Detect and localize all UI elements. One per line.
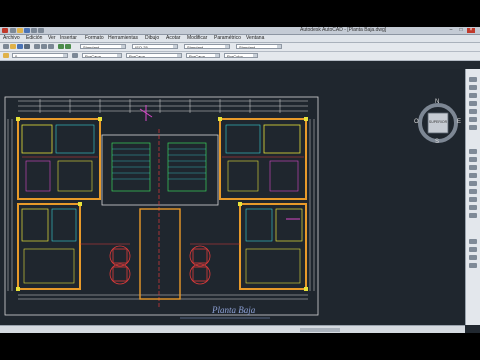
rotate-tool-icon[interactable] xyxy=(469,165,477,170)
copy-tool-icon[interactable] xyxy=(469,157,477,162)
right-unit-upper xyxy=(219,118,307,200)
fillet-tool-icon[interactable] xyxy=(469,205,477,210)
menu-insertar[interactable]: Insertar xyxy=(60,35,77,42)
central-core xyxy=(101,129,219,309)
arc-tool-icon[interactable] xyxy=(469,101,477,106)
viewcube-north[interactable]: N xyxy=(435,99,439,105)
letterbox-top xyxy=(0,0,480,27)
close-button[interactable]: × xyxy=(467,28,475,33)
copy-icon[interactable] xyxy=(41,44,47,49)
polyline-tool-icon[interactable] xyxy=(469,85,477,90)
color-select[interactable]: PorCapa xyxy=(82,53,122,58)
open-icon[interactable] xyxy=(17,28,23,33)
pan-icon[interactable] xyxy=(58,44,64,49)
menu-ventana[interactable]: Ventana xyxy=(246,35,264,42)
menu-herramientas[interactable]: Herramientas xyxy=(108,35,138,42)
open-icon[interactable] xyxy=(10,44,16,49)
toolbar-properties: 0 PorCapa PorCapa PorCapa PorColor xyxy=(0,52,480,61)
title-bar: Autodesk AutoCAD - [Planta Baja.dwg] – □… xyxy=(0,27,480,35)
viewcube-west[interactable]: O xyxy=(414,119,419,125)
right-toolbar xyxy=(465,69,480,325)
hatch-tool-icon[interactable] xyxy=(469,117,477,122)
extend-tool-icon[interactable] xyxy=(469,197,477,202)
trim-tool-icon[interactable] xyxy=(469,189,477,194)
viewcube-south[interactable]: S xyxy=(435,139,439,145)
dim-style-select[interactable]: ISO-25 xyxy=(132,44,178,49)
maximize-button[interactable]: □ xyxy=(457,28,465,33)
viewcube-face: SUPERIOR xyxy=(428,120,448,124)
table-style-select[interactable]: Standard xyxy=(184,44,230,49)
layer-select[interactable]: 0 xyxy=(12,53,68,58)
menu-edicion[interactable]: Edición xyxy=(26,35,42,42)
array-tool-icon[interactable] xyxy=(469,263,477,268)
scrollbar-thumb[interactable] xyxy=(300,328,340,332)
cut-icon[interactable] xyxy=(34,44,40,49)
save-icon[interactable] xyxy=(17,44,23,49)
menu-dibujo[interactable]: Dibujo xyxy=(145,35,159,42)
layer-previous-icon[interactable] xyxy=(72,53,78,58)
window-title: Autodesk AutoCAD - [Planta Baja.dwg] xyxy=(300,27,387,33)
menu-acotar[interactable]: Acotar xyxy=(166,35,180,42)
move-tool-icon[interactable] xyxy=(469,149,477,154)
paste-icon[interactable] xyxy=(48,44,54,49)
undo-icon[interactable] xyxy=(31,28,37,33)
viewcube[interactable]: SUPERIOR N S E O xyxy=(414,99,462,147)
print-icon[interactable] xyxy=(24,44,30,49)
autocad-window: Autodesk AutoCAD - [Planta Baja.dwg] – □… xyxy=(0,27,480,333)
menu-formato[interactable]: Formato xyxy=(85,35,104,42)
viewcube-east[interactable]: E xyxy=(457,119,461,125)
drawing-canvas[interactable]: Planta Baja SUPERIOR N S E O xyxy=(0,69,465,325)
dining-tables xyxy=(109,245,211,285)
left-unit-upper xyxy=(17,118,101,200)
new-icon[interactable] xyxy=(3,44,9,49)
redo-icon[interactable] xyxy=(38,28,44,33)
mirror-tool-icon[interactable] xyxy=(469,173,477,178)
menu-parametrico[interactable]: Paramétrico xyxy=(214,35,241,42)
zoom-icon[interactable] xyxy=(65,44,71,49)
layer-manager-icon[interactable] xyxy=(3,53,9,58)
lineweight-select[interactable]: PorCapa xyxy=(186,53,220,58)
letterbox-bottom xyxy=(0,333,480,360)
mleader-style-select[interactable]: Standard xyxy=(236,44,282,49)
linetype-select[interactable]: PorCapa xyxy=(126,53,182,58)
toolbar-standard: Standard ISO-25 Standard Standard xyxy=(0,43,480,52)
stretch-tool-icon[interactable] xyxy=(469,255,477,260)
offset-tool-icon[interactable] xyxy=(469,181,477,186)
line-tool-icon[interactable] xyxy=(469,77,477,82)
scale-tool-icon[interactable] xyxy=(469,247,477,252)
menu-modificar[interactable]: Modificar xyxy=(187,35,207,42)
text-tool-icon[interactable] xyxy=(469,125,477,130)
new-icon[interactable] xyxy=(10,28,16,33)
rectangle-tool-icon[interactable] xyxy=(469,109,477,114)
text-style-select[interactable]: Standard xyxy=(80,44,126,49)
menu-archivo[interactable]: Archivo xyxy=(3,35,20,42)
drawing-title: Planta Baja xyxy=(211,305,256,315)
menu-bar: Archivo Edición Ver Insertar Formato Her… xyxy=(0,35,480,43)
explode-tool-icon[interactable] xyxy=(469,213,477,218)
menu-ver[interactable]: Ver xyxy=(48,35,56,42)
app-menu-icon[interactable] xyxy=(2,28,8,33)
dimension-tool-icon[interactable] xyxy=(469,239,477,244)
minimize-button[interactable]: – xyxy=(447,28,455,33)
save-icon[interactable] xyxy=(24,28,30,33)
plotstyle-select[interactable]: PorColor xyxy=(224,53,258,58)
horizontal-scrollbar[interactable] xyxy=(0,325,465,333)
circle-tool-icon[interactable] xyxy=(469,93,477,98)
floor-plan-drawing: Planta Baja xyxy=(4,96,319,319)
